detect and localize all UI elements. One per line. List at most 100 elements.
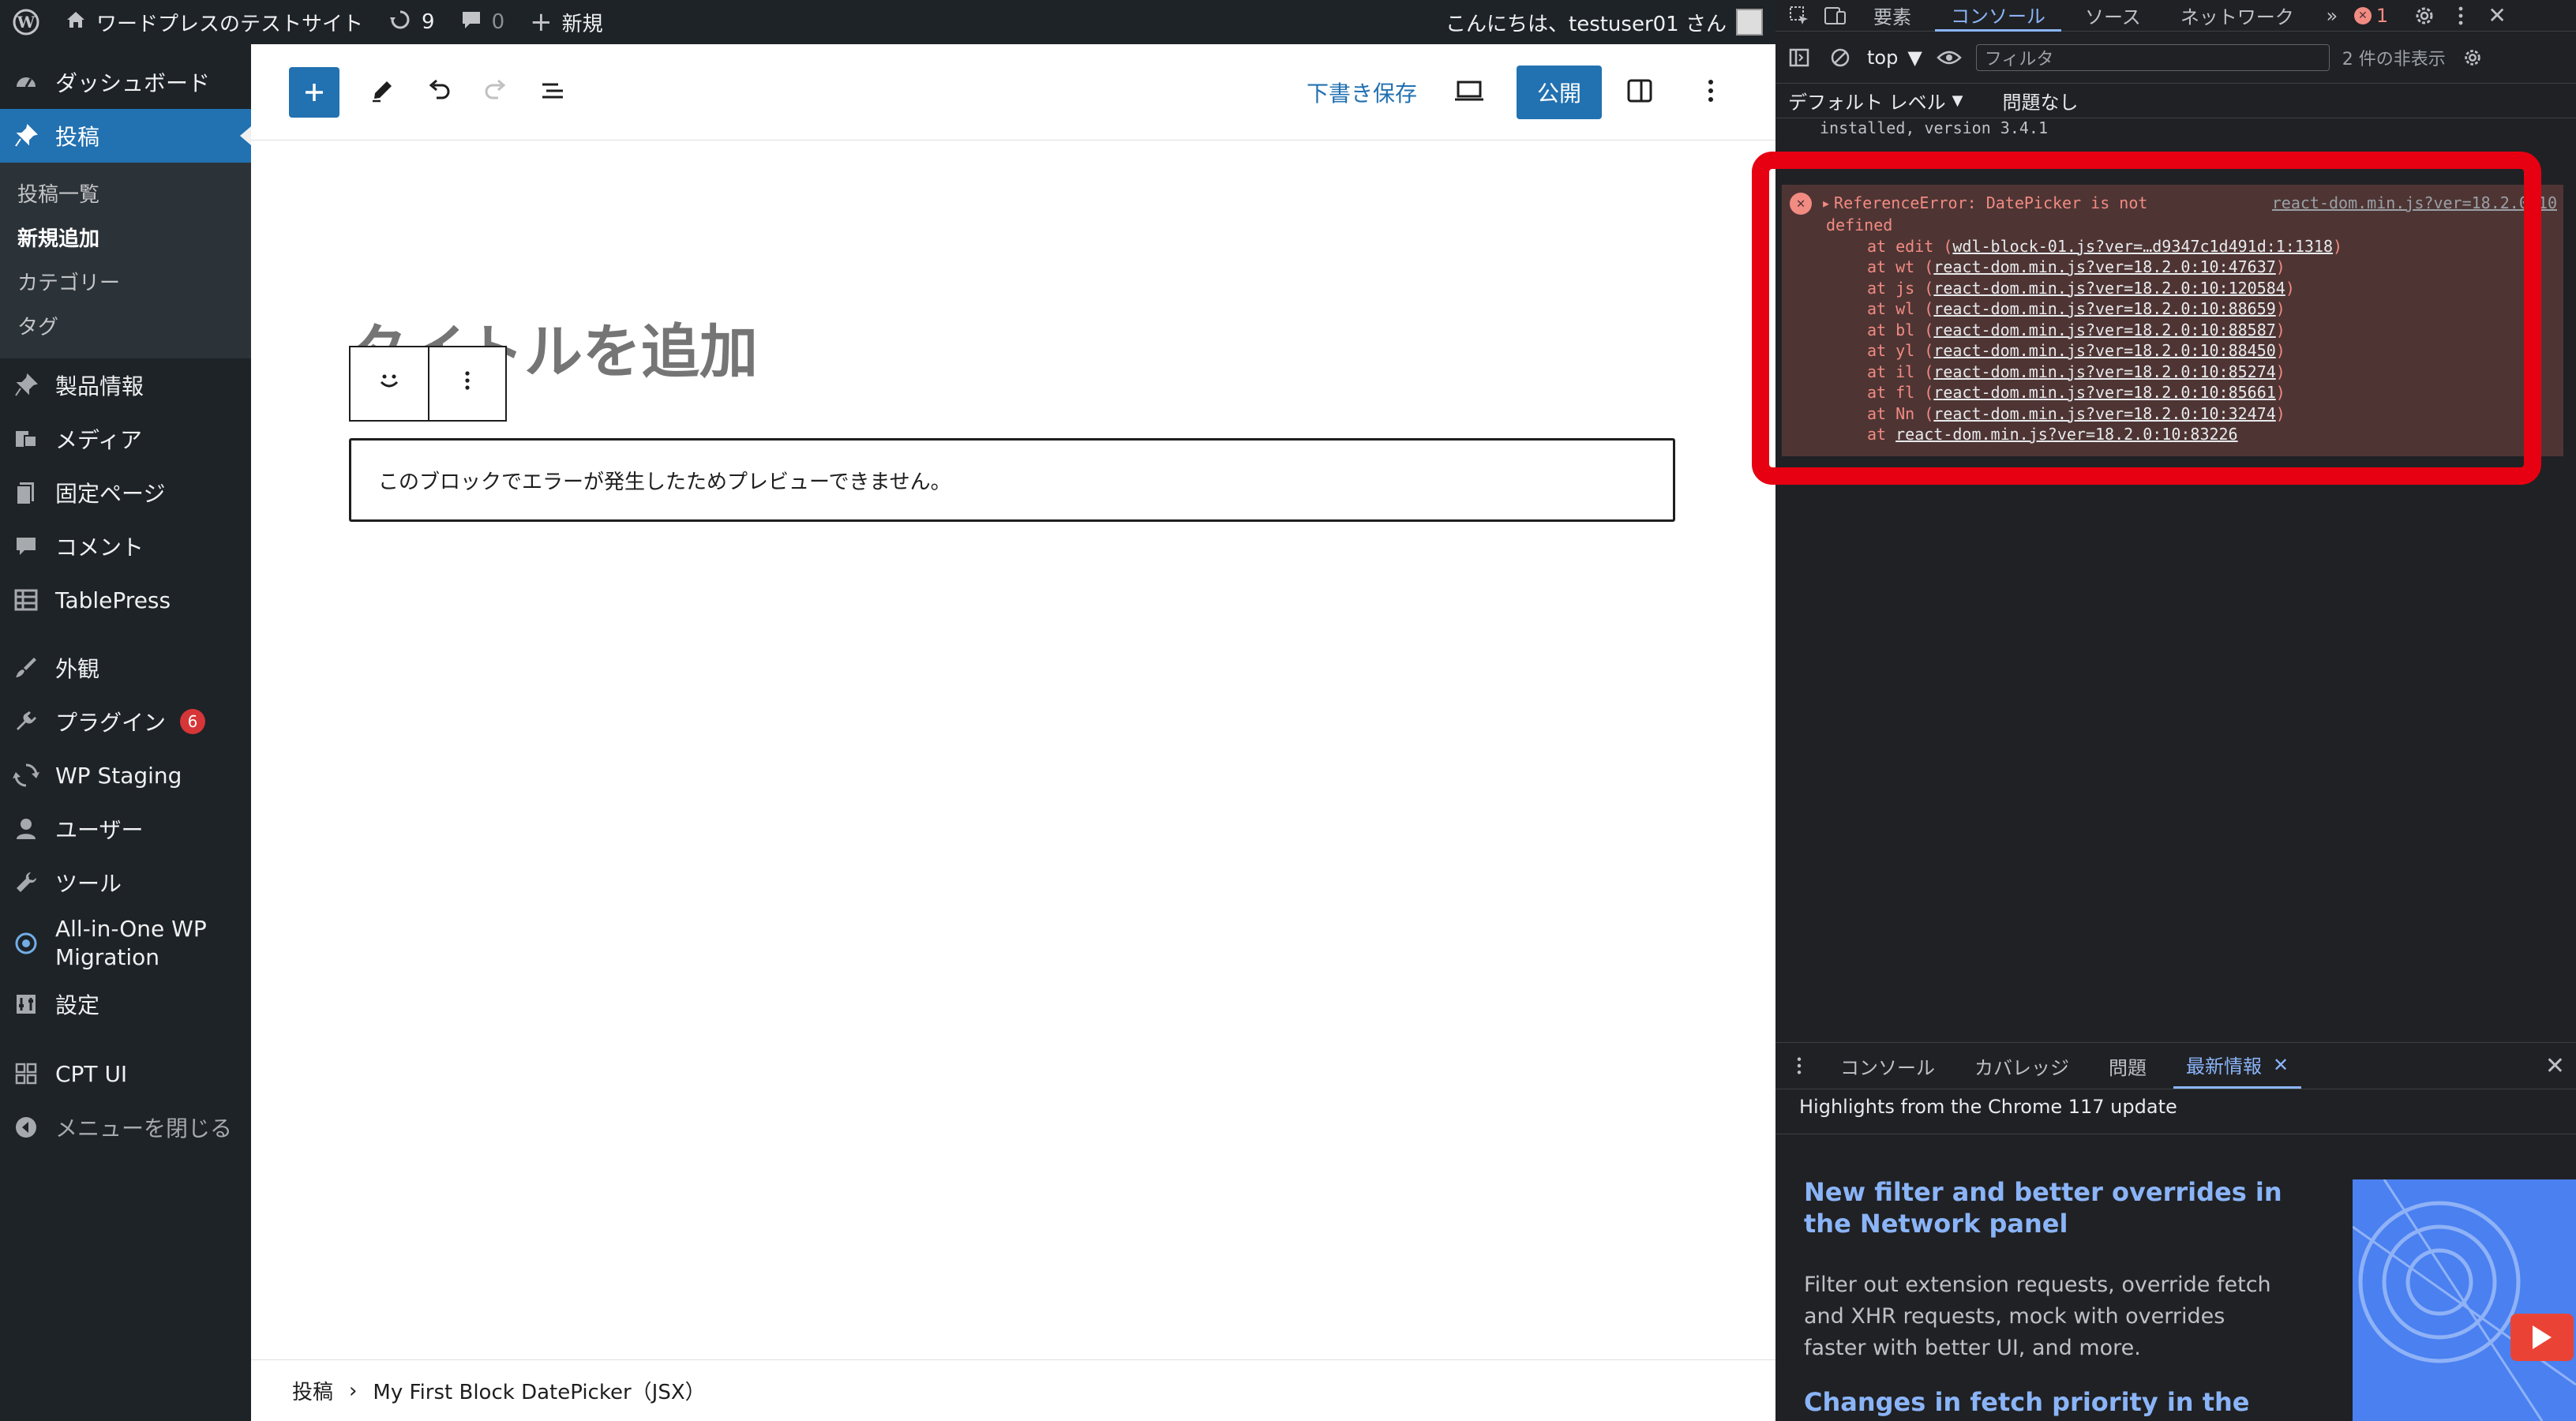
menu-wp-staging[interactable]: WP Staging	[0, 748, 251, 802]
publish-button[interactable]: 公開	[1516, 65, 1602, 119]
menu-users[interactable]: ユーザー	[0, 802, 251, 856]
add-block-button[interactable]	[289, 66, 339, 118]
redo-button[interactable]	[472, 69, 519, 116]
stack-frame-link[interactable]: react-dom.min.js?ver=18.2.0:10:83226	[1895, 425, 2237, 444]
error-text-line1: ReferenceError: DatePicker is not	[1834, 193, 2148, 212]
breadcrumb-root[interactable]: 投稿	[292, 1376, 333, 1405]
article-title-link[interactable]: New filter and better overrides in the N…	[1804, 1176, 2293, 1239]
stack-frame-link[interactable]: react-dom.min.js?ver=18.2.0:10:120584	[1933, 279, 2285, 298]
stack-frame-link[interactable]: react-dom.min.js?ver=18.2.0:10:88659	[1933, 299, 2275, 318]
error-stack-trace: at edit (wdl-block-01.js?ver=…d9347c1d49…	[1782, 236, 2563, 445]
eye-icon[interactable]	[1935, 43, 1963, 72]
tab-network[interactable]: ネットワーク	[2165, 0, 2310, 32]
undo-icon	[426, 77, 452, 107]
drawer-tab-issues[interactable]: 問題	[2096, 1043, 2159, 1089]
error-source-link[interactable]: react-dom.min.js?ver=18.2.0:10	[2272, 193, 2563, 215]
log-levels-dropdown[interactable]: デフォルト レベル ▼	[1788, 87, 1963, 114]
console-filter-input[interactable]: フィルタ	[1975, 43, 2330, 71]
options-button[interactable]	[1687, 69, 1734, 116]
menu-settings[interactable]: 設定	[0, 977, 251, 1031]
stack-trace-line: at Nn (react-dom.min.js?ver=18.2.0:10:32…	[1782, 403, 2563, 425]
breadcrumb-current-block[interactable]: My First Block DatePicker（JSX）	[373, 1376, 705, 1405]
collapse-icon	[11, 1112, 41, 1142]
submenu-categories[interactable]: カテゴリー	[0, 259, 251, 303]
stack-frame-prefix: at bl (	[1867, 320, 1934, 339]
menu-tablepress[interactable]: TablePress	[0, 573, 251, 627]
device-toolbar-icon[interactable]	[1821, 2, 1850, 30]
article-description: Filter out extension requests, override …	[1804, 1273, 2271, 1360]
more-vertical-icon	[1707, 77, 1715, 107]
block-error-warning[interactable]: このブロックでエラーが発生したためプレビューできません。	[349, 438, 1675, 522]
stack-frame-link[interactable]: react-dom.min.js?ver=18.2.0:10:85274	[1933, 362, 2275, 381]
stack-frame-link[interactable]: react-dom.min.js?ver=18.2.0:10:88450	[1933, 341, 2275, 360]
stack-frame-link[interactable]: react-dom.min.js?ver=18.2.0:10:85661	[1933, 383, 2275, 402]
stack-frame-suffix: )	[2275, 299, 2285, 318]
close-tab-icon[interactable]: ✕	[2273, 1054, 2289, 1076]
home-icon	[65, 9, 87, 36]
stack-frame-suffix: )	[2275, 320, 2285, 339]
more-vertical-icon[interactable]	[2447, 2, 2475, 30]
more-vertical-icon[interactable]	[1785, 1052, 1813, 1080]
stack-trace-line: at js (react-dom.min.js?ver=18.2.0:10:12…	[1782, 278, 2563, 299]
gear-icon[interactable]	[2458, 43, 2487, 72]
stack-frame-suffix: )	[2275, 362, 2285, 381]
menu-appearance[interactable]: 外観	[0, 641, 251, 695]
stack-frame-link[interactable]: react-dom.min.js?ver=18.2.0:10:32474	[1933, 404, 2275, 423]
new-content-link[interactable]: + 新規	[517, 0, 616, 44]
menu-cpt-ui[interactable]: CPT UI	[0, 1047, 251, 1100]
menu-aio-migration[interactable]: All-in-One WP Migration	[0, 909, 251, 977]
block-options-button[interactable]	[428, 347, 505, 420]
drawer-tab-coverage[interactable]: カバレッジ	[1962, 1043, 2082, 1089]
clear-console-icon[interactable]	[1826, 43, 1854, 72]
updates-link[interactable]: 9	[376, 0, 448, 44]
drawer-tab-whats-new[interactable]: 最新情報 ✕	[2173, 1043, 2302, 1089]
document-overview-button[interactable]	[529, 69, 576, 116]
save-draft-button[interactable]: 下書き保存	[1292, 77, 1431, 108]
preview-button[interactable]	[1445, 69, 1493, 116]
tab-elements[interactable]: 要素	[1858, 0, 1927, 32]
issues-status[interactable]: 問題なし	[2002, 87, 2078, 114]
stack-frame-link[interactable]: react-dom.min.js?ver=18.2.0:10:88587	[1933, 321, 2275, 339]
my-account-link[interactable]: こんにちは、testuser01 さん	[1433, 0, 1775, 44]
sidebar-toggle-icon[interactable]	[1785, 43, 1813, 72]
article-thumbnail-image[interactable]	[2353, 1179, 2576, 1421]
close-icon[interactable]: ✕	[2483, 2, 2511, 30]
menu-comments[interactable]: コメント	[0, 519, 251, 573]
inspect-element-icon[interactable]	[1785, 2, 1813, 30]
article-title-link[interactable]: Changes in fetch priority in the	[1804, 1386, 2293, 1418]
menu-plugins[interactable]: プラグイン 6	[0, 695, 251, 748]
block-type-button[interactable]	[351, 347, 428, 420]
console-error-message[interactable]: ✕ ▸ ReferenceError: DatePicker is not re…	[1782, 185, 2563, 456]
menu-product-info[interactable]: 製品情報	[0, 358, 251, 412]
gear-icon[interactable]	[2410, 2, 2439, 30]
context-selector[interactable]: top ▼	[1867, 47, 1922, 69]
comments-link[interactable]: 0	[448, 0, 518, 44]
edit-pencil-button[interactable]	[358, 69, 406, 116]
menu-tools[interactable]: ツール	[0, 856, 251, 909]
comments-count: 0	[491, 10, 505, 34]
wordpress-logo-icon[interactable]: W	[0, 0, 52, 44]
site-name-link[interactable]: ワードプレスのテストサイト	[52, 0, 376, 44]
menu-media[interactable]: メディア	[0, 412, 251, 466]
menu-posts[interactable]: 投稿	[0, 109, 251, 163]
stack-frame-link[interactable]: wdl-block-01.js?ver=…d9347c1d491d:1:1318	[1952, 237, 2333, 256]
submenu-add-new[interactable]: 新規追加	[0, 215, 251, 259]
brush-icon	[11, 653, 41, 683]
close-drawer-icon[interactable]: ✕	[2545, 1052, 2565, 1080]
stack-frame-suffix: )	[2275, 403, 2285, 423]
menu-collapse[interactable]: メニューを閉じる	[0, 1100, 251, 1154]
menu-pages[interactable]: 固定ページ	[0, 466, 251, 519]
tab-sources[interactable]: ソース	[2069, 0, 2157, 32]
editor-canvas: タイトルを追加 このブロックでエラーが発生したためプレビューできません。	[251, 141, 1775, 1359]
error-counter[interactable]: ✕ 1	[2353, 5, 2388, 27]
expand-triangle-icon[interactable]: ▸	[1821, 193, 1831, 215]
menu-dashboard[interactable]: ダッシュボード	[0, 55, 251, 109]
submenu-all-posts[interactable]: 投稿一覧	[0, 171, 251, 215]
submenu-tags[interactable]: タグ	[0, 303, 251, 347]
tab-console[interactable]: コンソール	[1935, 0, 2061, 32]
drawer-tab-console[interactable]: コンソール	[1828, 1043, 1948, 1089]
settings-sidebar-button[interactable]	[1616, 69, 1663, 116]
stack-frame-link[interactable]: react-dom.min.js?ver=18.2.0:10:47637	[1933, 257, 2275, 276]
more-tabs-icon[interactable]: »	[2318, 2, 2346, 30]
undo-button[interactable]	[415, 69, 463, 116]
